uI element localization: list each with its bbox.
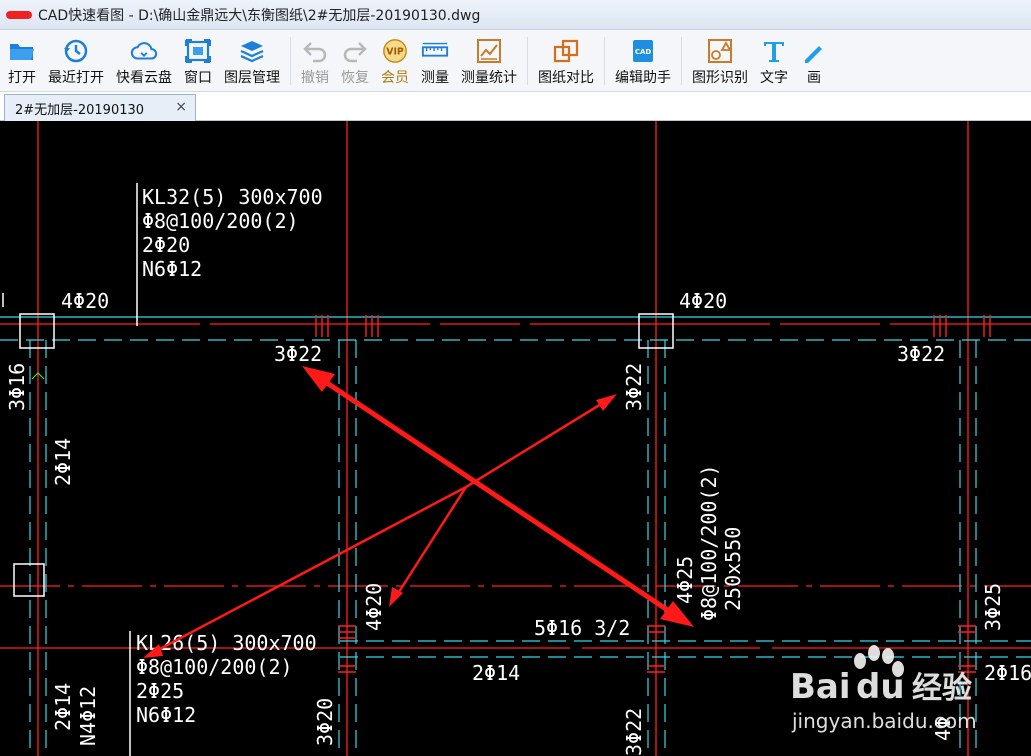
cloud-icon [130,38,158,64]
measure-stats-button[interactable]: 测量统计 [455,30,523,91]
annotation-kl26-line4: N6Φ12 [136,703,196,727]
vip-badge-icon: VIP [381,38,409,64]
annotation-kl32-line2: Φ8@100/200(2) [142,209,299,233]
annotation-v-3f20-b: 3Φ20 [313,698,337,746]
undo-button[interactable]: 撤销 [295,30,335,91]
annotation-kl32-line4: N6Φ12 [142,257,202,281]
title-bar: CAD快速看图 - D:\确山金鼎远大\东衡图纸\2#无加层-20190130.… [0,0,1031,30]
toolbar-separator [527,37,528,85]
annotation-v-n4f12: N4Φ12 [76,686,100,746]
svg-text:CAD: CAD [635,48,652,56]
main-toolbar: 打开 最近打开 快看云盘 窗口 图层管理 撤销 恢复 VIP 会员 测量 测量统… [0,30,1031,92]
annotation-right-rebar: 2Φ16 [984,661,1031,685]
annotation-v-stirrup: Φ8@100/200(2) [697,464,721,621]
edit-assistant-button[interactable]: CAD 编辑助手 [609,30,677,91]
shape-recognize-icon [706,38,734,64]
annotation-bottom-rebar-b: 3Φ22 [897,342,945,366]
annotation-kl32-line3: 2Φ20 [142,233,190,257]
redo-icon [341,38,369,64]
annotation-kl26-line2: Φ8@100/200(2) [136,655,293,679]
cloud-drive-button[interactable]: 快看云盘 [110,30,178,91]
svg-text:jingyan.baidu.com: jingyan.baidu.com [791,709,977,733]
annotation-v-2f14-b: 2Φ14 [51,683,75,731]
svg-text:经验: 经验 [912,671,972,706]
svg-text:Bai: Bai [790,667,851,707]
annotation-kl26-line1: KL26(5) 300x700 [136,631,317,655]
annotation-v-3f22-b: 3Φ22 [622,708,646,756]
recent-open-button[interactable]: 最近打开 [42,30,110,91]
toolbar-separator [290,37,291,85]
cad-edit-icon: CAD [629,38,657,64]
window-title: CAD快速看图 - D:\确山金鼎远大\东衡图纸\2#无加层-20190130.… [38,7,481,24]
ruler-icon [421,38,449,64]
text-button[interactable]: 文字 [754,30,794,91]
toolbar-separator [681,37,682,85]
measure-button[interactable]: 测量 [415,30,455,91]
svg-text:du: du [856,667,905,707]
annotation-bottom-rebar-a: 3Φ22 [274,342,322,366]
annotation-mid-beam-rebar: 5Φ16 3/2 [534,616,630,640]
tab-drawing-file[interactable]: 2#无加层-20190130 × [4,94,196,121]
annotation-v-left-2f14: 2Φ14 [51,438,75,486]
window-frame-icon [184,38,212,64]
drawing-compare-button[interactable]: 图纸对比 [532,30,600,91]
annotation-v-4f20: 4Φ20 [362,583,386,631]
folder-open-icon [8,38,36,64]
redo-button[interactable]: 恢复 [335,30,375,91]
undo-icon [301,38,329,64]
annotation-bottom-beam-rebar: 2Φ14 [472,661,520,685]
annotation-v-4f25: 4Φ25 [673,556,697,604]
text-t-icon [760,38,788,64]
clock-history-icon [62,38,90,64]
annotation-v-mid-3f22: 3Φ22 [622,363,646,411]
app-logo-icon [6,10,32,19]
annotation-top-mid-rebar: 4Φ20 [679,289,727,313]
measure-stats-icon [475,38,503,64]
layers-icon [238,38,266,64]
annotation-kl26-line3: 2Φ25 [136,679,184,703]
window-button[interactable]: 窗口 [178,30,218,91]
drawing-canvas[interactable]: KL32(5) 300x700 Φ8@100/200(2) 2Φ20 N6Φ12… [0,121,1031,756]
vip-member-button[interactable]: VIP 会员 [375,30,415,91]
draw-button[interactable]: 画 [794,30,834,91]
toolbar-separator [604,37,605,85]
draw-icon [800,38,828,64]
svg-text:VIP: VIP [386,47,404,58]
annotation-v-3f25: 3Φ25 [981,583,1005,631]
annotation-kl32-line1: KL32(5) 300x700 [142,185,323,209]
layer-manager-button[interactable]: 图层管理 [218,30,286,91]
close-icon[interactable]: × [175,99,187,115]
open-button[interactable]: 打开 [2,30,42,91]
annotation-top-left-rebar: 4Φ20 [61,289,109,313]
annotation-v-section: 250x550 [721,527,745,611]
compare-icon [552,38,580,64]
shape-recognize-button[interactable]: 图形识别 [686,30,754,91]
annotation-v-left-3f16: 3Φ16 [5,363,29,411]
tab-label: 2#无加层-20190130 [15,102,145,118]
document-tab-strip: 2#无加层-20190130 × [0,92,1031,121]
